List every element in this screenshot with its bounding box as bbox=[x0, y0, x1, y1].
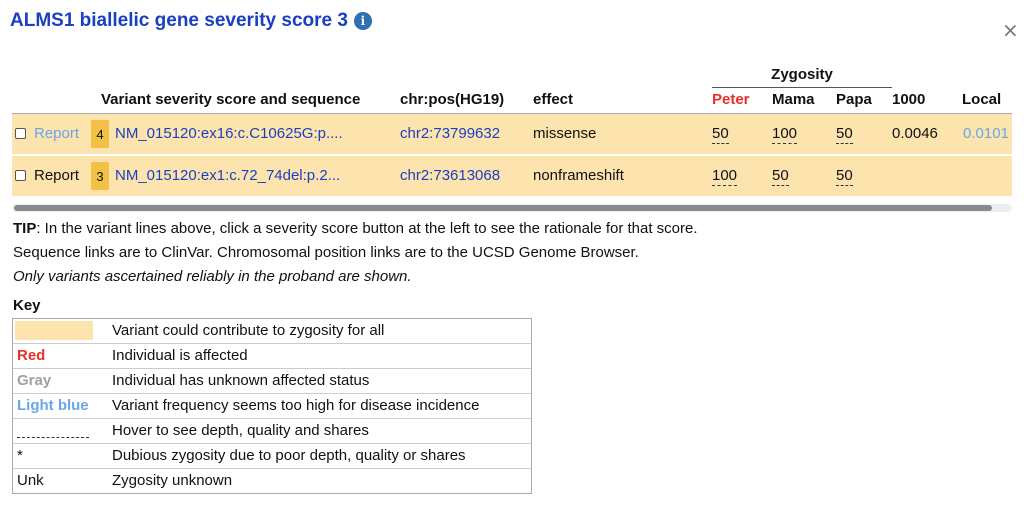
key-desc: Dubious zygosity due to poor depth, qual… bbox=[112, 447, 466, 464]
key-row: Unk Zygosity unknown bbox=[13, 469, 531, 493]
key-desc: Variant frequency seems too high for dis… bbox=[112, 397, 480, 414]
severity-score-button[interactable]: 3 bbox=[91, 162, 109, 190]
chrpos-link[interactable]: chr2:73613068 bbox=[400, 167, 500, 184]
dashed-underline-sample bbox=[17, 437, 89, 438]
key-row: Hover to see depth, quality and shares bbox=[13, 419, 531, 444]
report-label[interactable]: Report bbox=[34, 125, 79, 142]
key-title: Key bbox=[13, 297, 41, 314]
key-row: * Dubious zygosity due to poor depth, qu… bbox=[13, 444, 531, 469]
papa-zygosity[interactable]: 50 bbox=[836, 167, 853, 186]
peter-zygosity[interactable]: 100 bbox=[712, 167, 738, 186]
key-table: Variant could contribute to zygosity for… bbox=[12, 318, 532, 494]
close-icon[interactable]: × bbox=[1002, 18, 1019, 42]
key-label: Red bbox=[17, 347, 46, 364]
table-row: Report 3 NM_015120:ex1:c.72_74del:p.2...… bbox=[12, 156, 1012, 196]
effect-value: missense bbox=[533, 125, 597, 142]
header-1000: 1000 bbox=[892, 91, 926, 108]
header-effect: effect bbox=[533, 91, 574, 108]
key-desc: Variant could contribute to zygosity for… bbox=[112, 322, 385, 339]
scrollbar-thumb[interactable] bbox=[14, 205, 992, 211]
freq-local-value: 0.0101 bbox=[963, 125, 1009, 142]
key-desc: Zygosity unknown bbox=[112, 472, 233, 489]
mama-zygosity[interactable]: 50 bbox=[772, 167, 789, 186]
tip-line: TIP: In the variant lines above, click a… bbox=[13, 220, 698, 237]
report-checkbox[interactable] bbox=[15, 170, 26, 181]
header-papa: Papa bbox=[836, 91, 872, 108]
key-label: Unk bbox=[17, 472, 44, 489]
key-row: Variant could contribute to zygosity for… bbox=[13, 319, 531, 344]
header-local: Local bbox=[962, 91, 1002, 108]
header-peter: Peter bbox=[712, 91, 750, 108]
dialog-title: ALMS1 biallelic gene severity score 3 i bbox=[10, 10, 372, 32]
header-mama: Mama bbox=[772, 91, 815, 108]
key-label: Gray bbox=[17, 372, 52, 389]
info-icon[interactable]: i bbox=[353, 12, 372, 30]
key-desc: Individual has unknown affected status bbox=[112, 372, 370, 389]
zygosity-header: Zygosity bbox=[712, 66, 892, 88]
key-row: Red Individual is affected bbox=[13, 344, 531, 369]
dialog-title-text: ALMS1 biallelic gene severity score 3 bbox=[10, 10, 348, 31]
report-checkbox[interactable] bbox=[15, 128, 26, 139]
key-desc: Hover to see depth, quality and shares bbox=[112, 422, 369, 439]
links-note: Sequence links are to ClinVar. Chromosom… bbox=[13, 244, 639, 261]
tip-label: TIP bbox=[13, 220, 37, 237]
highlight-swatch bbox=[15, 321, 93, 340]
key-label: * bbox=[17, 447, 23, 464]
key-row: Gray Individual has unknown affected sta… bbox=[13, 369, 531, 394]
severity-score-button[interactable]: 4 bbox=[91, 120, 109, 148]
report-label[interactable]: Report bbox=[34, 167, 79, 184]
key-label: Light blue bbox=[17, 397, 89, 414]
header-variant: Variant severity score and sequence bbox=[101, 91, 361, 108]
proband-note: Only variants ascertained reliably in th… bbox=[13, 268, 412, 285]
tip-text: : In the variant lines above, click a se… bbox=[36, 220, 698, 237]
sequence-link[interactable]: NM_015120:ex16:c.C10625G:p.... bbox=[115, 125, 343, 142]
peter-zygosity[interactable]: 50 bbox=[712, 125, 729, 144]
freq-1000-value: 0.0046 bbox=[892, 125, 938, 142]
header-chrpos: chr:pos(HG19) bbox=[400, 91, 505, 108]
effect-value: nonframeshift bbox=[533, 167, 624, 184]
sequence-link[interactable]: NM_015120:ex1:c.72_74del:p.2... bbox=[115, 167, 340, 184]
key-row: Light blue Variant frequency seems too h… bbox=[13, 394, 531, 419]
chrpos-link[interactable]: chr2:73799632 bbox=[400, 125, 500, 142]
key-desc: Individual is affected bbox=[112, 347, 248, 364]
table-row: Report 4 NM_015120:ex16:c.C10625G:p.... … bbox=[12, 114, 1012, 154]
variant-table: Zygosity Variant severity score and sequ… bbox=[12, 64, 1012, 214]
papa-zygosity[interactable]: 50 bbox=[836, 125, 853, 144]
mama-zygosity[interactable]: 100 bbox=[772, 125, 798, 144]
